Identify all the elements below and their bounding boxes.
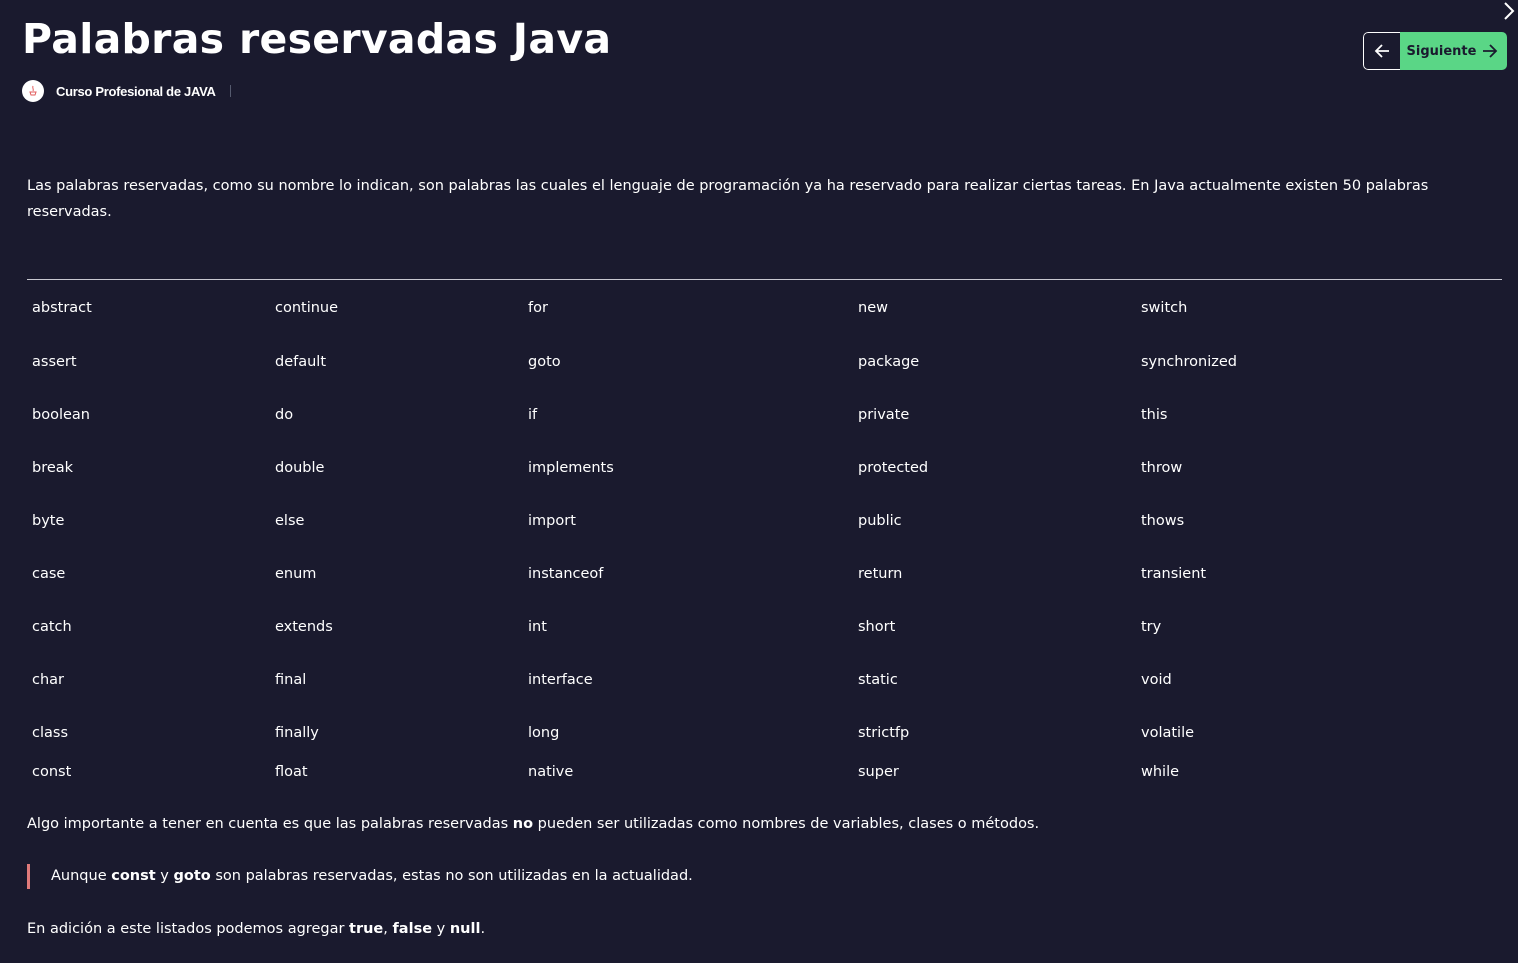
closing-bold-null: null [449,921,481,937]
keyword-cell: while [1141,764,1180,780]
keyword-cell: package [858,353,920,370]
note-paragraph: Algo importante a tener en cuenta es que… [27,812,1039,836]
closing-paragraph: En adición a este listados podemos agreg… [27,917,485,941]
keyword-cell: volatile [1141,724,1195,741]
keyword-cell: case [32,565,66,582]
keyword-cell: import [528,512,576,529]
keyword-cell: for [528,299,548,316]
table-row: case enum instanceof return transient [27,547,1502,600]
quote-bold-goto: goto [173,868,211,884]
keyword-cell: assert [32,353,77,370]
keyword-cell: static [858,671,898,688]
keyword-cell: new [858,299,888,316]
keyword-cell: return [858,565,903,582]
keyword-cell: const [32,764,72,780]
keyword-cell: if [528,406,538,423]
quote-bold-const: const [111,868,156,884]
closing-bold-true: true [349,921,384,937]
next-button-label: Siguiente [1406,43,1477,59]
table-row: class finally long strictfp volatile [27,706,1502,759]
table-row: const float native super while [27,759,1502,785]
next-button[interactable]: Siguiente [1400,32,1507,70]
keyword-cell: transient [1141,565,1207,582]
note-text-after: pueden ser utilizadas como nombres de va… [533,816,1040,832]
closing-text-before: En adición a este listados podemos agreg… [27,921,350,937]
keyword-cell: do [275,406,294,423]
keyword-cell: private [858,406,910,423]
previous-button[interactable] [1363,32,1400,70]
keyword-cell: char [32,671,65,688]
keyword-cell: short [858,618,896,635]
table-row: abstract continue for new switch [27,280,1502,336]
keyword-cell: extends [275,618,333,635]
table-row: break double implements protected throw [27,441,1502,494]
closing-sep-1: , [383,921,393,937]
course-link[interactable]: Curso Profesional de JAVA [56,84,216,99]
intro-paragraph: Las palabras reservadas, como su nombre … [27,178,1429,220]
keyword-cell: class [32,724,68,741]
keyword-cell: try [1141,618,1162,635]
keyword-cell: switch [1141,299,1188,316]
arrow-right-icon [1483,44,1498,58]
java-cup-icon [29,85,37,96]
keywords-table: abstract continue for new switch assert defaul… [27,279,1502,785]
keyword-cell: finally [275,724,319,741]
keyword-cell: interface [528,671,593,688]
keyword-cell: public [858,512,902,529]
keyword-cell: int [528,618,547,635]
divider [229,85,231,97]
keyword-cell: break [32,459,74,476]
keyword-cell: synchronized [1141,353,1237,370]
keyword-cell: abstract [32,299,92,316]
table-row: byte else import public thows [27,494,1502,547]
keyword-cell: protected [858,459,929,476]
quote-text-mid: y [155,868,174,884]
quote-text-after: son palabras reservadas, estas no son ut… [210,868,693,884]
keyword-cell: enum [275,565,317,582]
closing-text-after: . [480,921,486,937]
page-title: Palabras reservadas Java [22,15,612,63]
note-bold-no: no [512,816,534,832]
keyword-cell: byte [32,512,65,529]
keyword-cell: this [1141,406,1168,423]
table-row: char final interface static void [27,653,1502,706]
keyword-cell: double [275,459,325,476]
keyword-cell: long [528,724,560,741]
keyword-cell: throw [1141,459,1183,476]
keyword-cell: boolean [32,406,90,423]
course-info: Curso Profesional de JAVA [22,80,231,102]
quote-text-before: Aunque [51,868,112,884]
closing-bold-false: false [392,921,433,937]
closing-sep-2: y [432,921,450,937]
table-row: assert default goto package synchronized [27,335,1502,388]
course-avatar[interactable] [22,80,44,102]
note-text-before: Algo importante a tener en cuenta es que… [27,816,513,832]
keyword-cell: strictfp [858,724,910,741]
arrow-left-icon [1374,44,1389,58]
keyword-cell: else [275,512,305,529]
table-row: catch extends int short try [27,600,1502,653]
keyword-cell: thows [1141,512,1185,529]
lesson-nav: Siguiente [1363,32,1507,70]
keyword-cell: default [275,353,327,370]
chevron-right-icon[interactable] [1502,0,1516,22]
keyword-cell: goto [528,353,561,370]
keyword-cell: native [528,764,574,780]
keyword-cell: catch [32,618,72,635]
keyword-cell: implements [528,459,614,476]
info-blockquote: Aunque const y goto son palabras reserva… [27,864,693,889]
keyword-cell: super [858,764,899,780]
table-row: boolean do if private this [27,388,1502,441]
keyword-cell: void [1141,671,1172,688]
keyword-cell: float [275,764,308,780]
keyword-cell: continue [275,299,339,316]
keyword-cell: instanceof [528,565,604,582]
keyword-cell: final [275,671,307,688]
